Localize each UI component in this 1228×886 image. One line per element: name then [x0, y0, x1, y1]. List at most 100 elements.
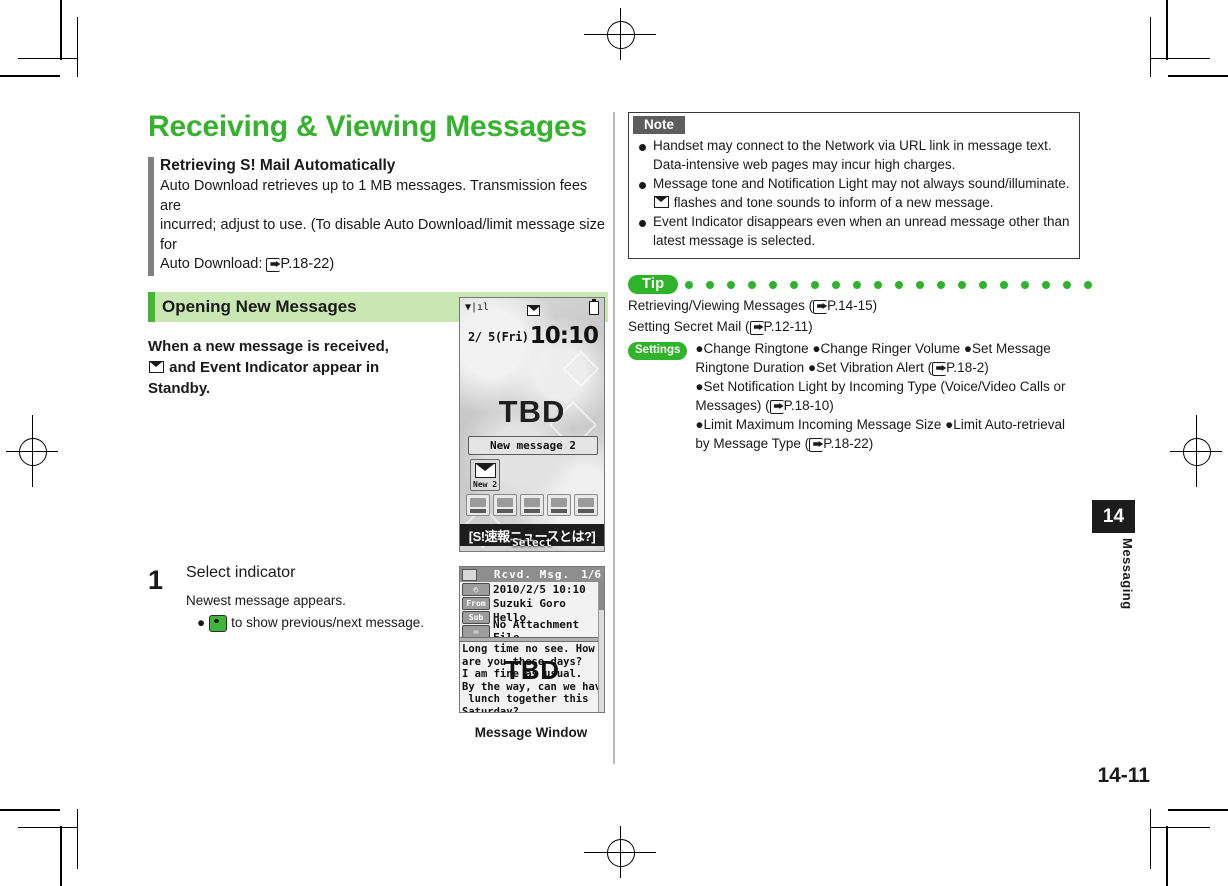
- standby-date: 2/ 5(Fri): [468, 330, 529, 344]
- tip-item-2-text: Setting Secret Mail (: [628, 319, 750, 334]
- reference-pointer-icon-3: [932, 362, 947, 376]
- note-item-2: Message tone and Notification Light may …: [629, 175, 1079, 212]
- crop-mark-bl-h2: [18, 827, 78, 828]
- tip-header-badge: Tip: [628, 275, 679, 294]
- bullet-dot: ●: [197, 615, 206, 630]
- subsection-reference: P.18-22): [280, 256, 335, 272]
- lead-line1: When a new message is received,: [148, 337, 389, 355]
- battery-icon: [589, 299, 599, 315]
- note-header-badge: Note: [633, 116, 685, 134]
- shortcut-icon-3[interactable]: [520, 494, 544, 516]
- new-mail-status-icon: [526, 302, 541, 320]
- crop-mark-tr-h: [1168, 75, 1228, 77]
- page-number: 14-11: [1097, 764, 1150, 787]
- note-item-1: Handset may connect to the Network via U…: [629, 137, 1079, 174]
- crop-mark-tl-v2: [77, 17, 78, 77]
- message-window-screenshot: Rcvd. Msg. 1/6 ◴ 2010/2/5 10:10 From Suz…: [459, 566, 605, 713]
- subsection-retrieving-smail: Retrieving S! Mail Automatically Auto Do…: [148, 156, 608, 275]
- status-bar: ▼|ıl: [460, 298, 604, 316]
- tip-item-1: Retrieving/Viewing Messages (P.14-15): [628, 296, 1080, 315]
- new-message-banner[interactable]: New message 2: [468, 436, 598, 455]
- settings-body: ●Change Ringtone ●Change Ringer Volume ●…: [695, 339, 1065, 453]
- note-item-2-part-b: flashes and tone sounds to inform of a n…: [673, 194, 994, 210]
- crop-mark-tl-h: [0, 75, 60, 77]
- reference-pointer-icon-2: [749, 321, 764, 335]
- tip-item-2-ref: P.12-11): [763, 319, 813, 334]
- navigation-key-icon: [209, 614, 228, 632]
- event-indicator-envelope-icon: [475, 463, 496, 478]
- chapter-tab-number: 14: [1092, 500, 1135, 533]
- note-item-3: Event Indicator disappears even when an …: [629, 213, 1079, 250]
- tip-dot-rule: [685, 280, 1093, 289]
- message-datetime: 2010/2/5 10:10: [493, 582, 586, 596]
- message-window-titlebar: Rcvd. Msg. 1/6: [460, 567, 604, 582]
- crop-mark-bl-h: [0, 809, 60, 811]
- settings-line-4: ●Limit Maximum Incoming Message Size ●Li…: [695, 417, 1066, 432]
- shortcut-icon-4[interactable]: [547, 494, 571, 516]
- column-divider: [613, 112, 615, 764]
- event-indicator-label: New 2: [473, 480, 498, 489]
- scrollbar-thumb[interactable]: [599, 582, 604, 610]
- subsection-body-line1: Auto Download retrieves up to 1 MB messa…: [160, 178, 588, 214]
- crop-mark-tr-h2: [1150, 58, 1210, 59]
- crop-mark-tl-v: [60, 0, 62, 60]
- softkey-select[interactable]: Select: [460, 536, 604, 549]
- reference-pointer-icon-5: [809, 438, 824, 452]
- crop-mark-bl-v: [60, 826, 62, 886]
- manual-page: Receiving & Viewing Messages Retrieving …: [0, 0, 1228, 886]
- note-item-2-part-a: Message tone and Notification Light may …: [653, 176, 1070, 191]
- settings-line-3a: ●Set Notification Light by Incoming Type…: [695, 379, 1066, 394]
- crop-mark-tr-v2: [1150, 17, 1151, 77]
- envelope-icon-note: [654, 195, 669, 208]
- settings-badge: Settings: [628, 342, 688, 360]
- subject-tag: Sub: [462, 610, 490, 624]
- step-body: Select indicator Newest message appears.…: [186, 563, 448, 632]
- message-counter: 1/6: [581, 568, 601, 581]
- step-number: 1: [148, 565, 164, 595]
- shortcut-icon-2[interactable]: [493, 494, 517, 516]
- mailbox-icon: [462, 569, 477, 581]
- subsection-body-line3: Auto Download:: [160, 256, 267, 272]
- envelope-icon-status: [527, 305, 540, 316]
- tip-header-row: Tip: [628, 275, 1093, 294]
- subsection-body: Auto Download retrieves up to 1 MB messa…: [160, 177, 608, 275]
- settings-line-1: ●Change Ringtone ●Change Ringer Volume ●…: [695, 341, 1051, 356]
- scrollbar[interactable]: [598, 582, 604, 712]
- settings-line-5b: P.18-22): [823, 436, 874, 451]
- message-separator: [460, 637, 604, 642]
- settings-line-2a: Ringtone Duration ●Set Vibration Alert (: [695, 360, 933, 375]
- crop-mark-tl-h2: [18, 58, 78, 59]
- shortcut-icon-1[interactable]: [466, 494, 490, 516]
- right-column: Note Handset may connect to the Network …: [628, 112, 1093, 453]
- message-row-from: From Suzuki Goro: [460, 596, 604, 610]
- attachment-icon: ✉: [462, 624, 490, 638]
- message-window: Rcvd. Msg. 1/6 ◴ 2010/2/5 10:10 From Suz…: [460, 567, 604, 712]
- shortcut-icon-row[interactable]: [466, 494, 598, 516]
- registration-mark-top: [584, 8, 656, 60]
- shortcut-icon-5[interactable]: [574, 494, 598, 516]
- event-indicator[interactable]: New 2: [470, 459, 500, 491]
- reference-pointer-icon-4: [769, 400, 784, 414]
- step-note: Newest message appears.: [186, 593, 346, 608]
- step-title: Select indicator: [186, 564, 296, 581]
- wallpaper-diamond-3: [562, 350, 600, 388]
- step-bullet: ● to show previous/next message.: [186, 614, 448, 632]
- registration-mark-bottom: [584, 826, 656, 878]
- message-body-watermark: TBD: [504, 655, 560, 685]
- lead-line3: Standby.: [148, 379, 211, 397]
- message-row-attachment: ✉ No Attachment File: [460, 618, 604, 644]
- step-bullet-text: to show previous/next message.: [231, 615, 425, 630]
- settings-block: Settings ●Change Ringtone ●Change Ringer…: [628, 339, 1080, 453]
- from-tag: From: [462, 596, 490, 610]
- reference-pointer-icon-1: [813, 300, 828, 314]
- lead-line2: and Event Indicator appear in: [169, 358, 380, 376]
- signal-strength-icon: ▼|ıl: [465, 302, 490, 313]
- reference-pointer-icon: [266, 258, 281, 272]
- crop-mark-bl-v2: [77, 809, 78, 869]
- crop-mark-br-v: [1166, 826, 1168, 886]
- crop-mark-br-v2: [1150, 809, 1151, 869]
- crop-mark-br-h: [1168, 809, 1228, 811]
- page-title: Receiving & Viewing Messages: [148, 110, 588, 143]
- note-list: Handset may connect to the Network via U…: [629, 137, 1079, 250]
- envelope-icon: [149, 360, 164, 373]
